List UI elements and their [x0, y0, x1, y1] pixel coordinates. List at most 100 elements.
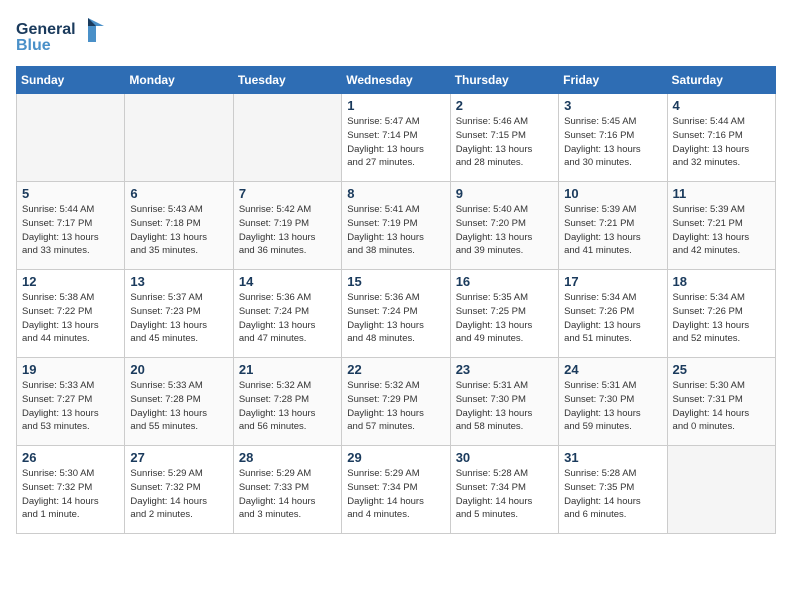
day-number: 10	[564, 186, 661, 201]
calendar-cell: 22Sunrise: 5:32 AMSunset: 7:29 PMDayligh…	[342, 358, 450, 446]
day-info: Sunrise: 5:31 AMSunset: 7:30 PMDaylight:…	[564, 379, 661, 434]
day-number: 25	[673, 362, 770, 377]
calendar-cell: 12 Sunrise: 5:38 AMSunset: 7:22 PMDayligh…	[17, 270, 125, 358]
calendar-cell: 30 Sunrise: 5:28 AMSunset: 7:34 PMDayligh…	[450, 446, 558, 534]
day-number: 20	[130, 362, 227, 377]
day-number: 28	[239, 450, 336, 465]
day-number: 24	[564, 362, 661, 377]
day-info: Sunrise: 5:29 AMSunset: 7:33 PMDaylight:…	[239, 467, 336, 522]
calendar-cell: 10 Sunrise: 5:39 AMSunset: 7:21 PMDayligh…	[559, 182, 667, 270]
logo: General Blue	[16, 16, 106, 54]
svg-text:General: General	[16, 21, 76, 38]
logo-icon: General Blue	[16, 16, 106, 54]
day-info: Sunrise: 5:46 AMSunset: 7:15 PMDaylight:…	[456, 115, 553, 170]
week-row-5: 26Sunrise: 5:30 AMSunset: 7:32 PMDayligh…	[17, 446, 776, 534]
day-number: 26	[22, 450, 119, 465]
calendar-cell: 11 Sunrise: 5:39 AMSunset: 7:21 PMDayligh…	[667, 182, 775, 270]
day-number: 6	[130, 186, 227, 201]
calendar-cell	[667, 446, 775, 534]
day-number: 9	[456, 186, 553, 201]
header-friday: Friday	[559, 67, 667, 94]
day-info: Sunrise: 5:43 AMSunset: 7:18 PMDaylight:…	[130, 203, 227, 258]
calendar-cell: 23 Sunrise: 5:31 AMSunset: 7:30 PMDayligh…	[450, 358, 558, 446]
day-number: 12	[22, 274, 119, 289]
calendar-cell: 3Sunrise: 5:45 AMSunset: 7:16 PMDaylight…	[559, 94, 667, 182]
header-monday: Monday	[125, 67, 233, 94]
calendar-cell	[17, 94, 125, 182]
day-number: 31	[564, 450, 661, 465]
day-number: 14	[239, 274, 336, 289]
calendar-cell: 31 Sunrise: 5:28 AMSunset: 7:35 PMDayligh…	[559, 446, 667, 534]
day-number: 1	[347, 98, 444, 113]
calendar-cell: 14 Sunrise: 5:36 AMSunset: 7:24 PMDayligh…	[233, 270, 341, 358]
day-info: Sunrise: 5:35 AMSunset: 7:25 PMDaylight:…	[456, 291, 553, 346]
day-number: 4	[673, 98, 770, 113]
day-number: 23	[456, 362, 553, 377]
calendar-cell: 24 Sunrise: 5:31 AMSunset: 7:30 PMDayligh…	[559, 358, 667, 446]
day-number: 8	[347, 186, 444, 201]
header-wednesday: Wednesday	[342, 67, 450, 94]
header-thursday: Thursday	[450, 67, 558, 94]
day-info: Sunrise: 5:29 AMSunset: 7:34 PMDaylight:…	[347, 467, 444, 522]
day-number: 11	[673, 186, 770, 201]
day-info: Sunrise: 5:40 AMSunset: 7:20 PMDaylight:…	[456, 203, 553, 258]
header-saturday: Saturday	[667, 67, 775, 94]
day-info: Sunrise: 5:36 AMSunset: 7:24 PMDaylight:…	[239, 291, 336, 346]
day-info: Sunrise: 5:45 AMSunset: 7:16 PMDaylight:…	[564, 115, 661, 170]
day-info: Sunrise: 5:34 AMSunset: 7:26 PMDaylight:…	[673, 291, 770, 346]
calendar-cell: 8 Sunrise: 5:41 AMSunset: 7:19 PMDaylight…	[342, 182, 450, 270]
day-info: Sunrise: 5:33 AMSunset: 7:27 PMDaylight:…	[22, 379, 119, 434]
week-row-4: 19Sunrise: 5:33 AMSunset: 7:27 PMDayligh…	[17, 358, 776, 446]
calendar-cell: 18 Sunrise: 5:34 AMSunset: 7:26 PMDayligh…	[667, 270, 775, 358]
day-info: Sunrise: 5:44 AMSunset: 7:16 PMDaylight:…	[673, 115, 770, 170]
day-info: Sunrise: 5:28 AMSunset: 7:35 PMDaylight:…	[564, 467, 661, 522]
calendar-cell: 1 Sunrise: 5:47 AMSunset: 7:14 PMDaylight…	[342, 94, 450, 182]
calendar-cell: 15Sunrise: 5:36 AMSunset: 7:24 PMDayligh…	[342, 270, 450, 358]
day-info: Sunrise: 5:39 AMSunset: 7:21 PMDaylight:…	[673, 203, 770, 258]
calendar-cell	[233, 94, 341, 182]
svg-text:Blue: Blue	[16, 37, 51, 54]
day-info: Sunrise: 5:47 AMSunset: 7:14 PMDaylight:…	[347, 115, 444, 170]
day-info: Sunrise: 5:31 AMSunset: 7:30 PMDaylight:…	[456, 379, 553, 434]
day-number: 7	[239, 186, 336, 201]
header-tuesday: Tuesday	[233, 67, 341, 94]
day-number: 29	[347, 450, 444, 465]
page-header: General Blue	[16, 16, 776, 54]
day-info: Sunrise: 5:38 AMSunset: 7:22 PMDaylight:…	[22, 291, 119, 346]
day-info: Sunrise: 5:33 AMSunset: 7:28 PMDaylight:…	[130, 379, 227, 434]
calendar-cell: 17Sunrise: 5:34 AMSunset: 7:26 PMDayligh…	[559, 270, 667, 358]
calendar-cell: 9 Sunrise: 5:40 AMSunset: 7:20 PMDaylight…	[450, 182, 558, 270]
day-number: 18	[673, 274, 770, 289]
day-number: 21	[239, 362, 336, 377]
calendar-cell: 13 Sunrise: 5:37 AMSunset: 7:23 PMDayligh…	[125, 270, 233, 358]
calendar-cell: 28 Sunrise: 5:29 AMSunset: 7:33 PMDayligh…	[233, 446, 341, 534]
day-number: 13	[130, 274, 227, 289]
calendar-cell	[125, 94, 233, 182]
calendar-cell: 27Sunrise: 5:29 AMSunset: 7:32 PMDayligh…	[125, 446, 233, 534]
calendar-cell: 25 Sunrise: 5:30 AMSunset: 7:31 PMDayligh…	[667, 358, 775, 446]
day-info: Sunrise: 5:34 AMSunset: 7:26 PMDaylight:…	[564, 291, 661, 346]
day-info: Sunrise: 5:44 AMSunset: 7:17 PMDaylight:…	[22, 203, 119, 258]
day-info: Sunrise: 5:37 AMSunset: 7:23 PMDaylight:…	[130, 291, 227, 346]
day-info: Sunrise: 5:39 AMSunset: 7:21 PMDaylight:…	[564, 203, 661, 258]
day-number: 16	[456, 274, 553, 289]
header-sunday: Sunday	[17, 67, 125, 94]
week-row-2: 5 Sunrise: 5:44 AMSunset: 7:17 PMDaylight…	[17, 182, 776, 270]
calendar-cell: 19Sunrise: 5:33 AMSunset: 7:27 PMDayligh…	[17, 358, 125, 446]
calendar-cell: 21 Sunrise: 5:32 AMSunset: 7:28 PMDayligh…	[233, 358, 341, 446]
day-info: Sunrise: 5:28 AMSunset: 7:34 PMDaylight:…	[456, 467, 553, 522]
day-number: 5	[22, 186, 119, 201]
header-row: SundayMondayTuesdayWednesdayThursdayFrid…	[17, 67, 776, 94]
day-number: 30	[456, 450, 553, 465]
calendar-cell: 4 Sunrise: 5:44 AMSunset: 7:16 PMDaylight…	[667, 94, 775, 182]
day-number: 22	[347, 362, 444, 377]
day-info: Sunrise: 5:30 AMSunset: 7:31 PMDaylight:…	[673, 379, 770, 434]
calendar-cell: 2 Sunrise: 5:46 AMSunset: 7:15 PMDaylight…	[450, 94, 558, 182]
day-info: Sunrise: 5:41 AMSunset: 7:19 PMDaylight:…	[347, 203, 444, 258]
week-row-3: 12 Sunrise: 5:38 AMSunset: 7:22 PMDayligh…	[17, 270, 776, 358]
calendar-cell: 6 Sunrise: 5:43 AMSunset: 7:18 PMDaylight…	[125, 182, 233, 270]
day-info: Sunrise: 5:32 AMSunset: 7:28 PMDaylight:…	[239, 379, 336, 434]
day-info: Sunrise: 5:36 AMSunset: 7:24 PMDaylight:…	[347, 291, 444, 346]
calendar-cell: 20 Sunrise: 5:33 AMSunset: 7:28 PMDayligh…	[125, 358, 233, 446]
day-number: 2	[456, 98, 553, 113]
